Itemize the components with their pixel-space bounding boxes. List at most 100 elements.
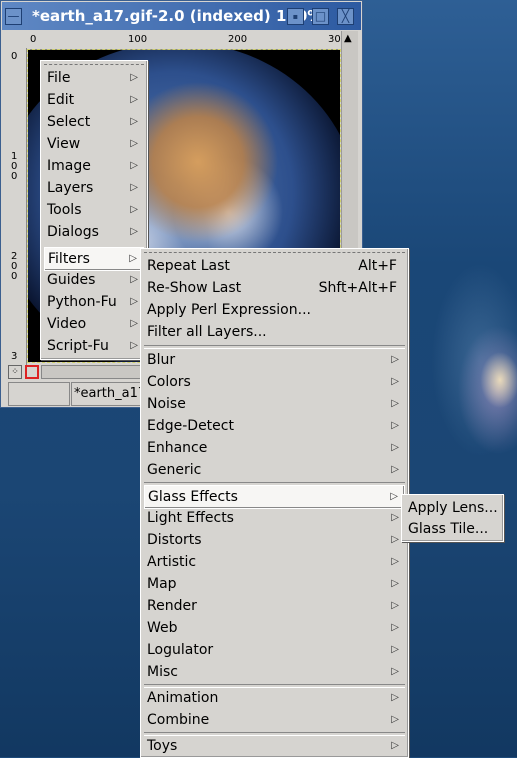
menu-item-logulator[interactable]: Logulator ▷	[144, 639, 405, 661]
menu-item-label: Filter all Layers...	[147, 324, 267, 340]
status-area	[8, 382, 70, 406]
menu-item-script-fu[interactable]: Script-Fu ▷	[44, 335, 144, 357]
menu-item-label: Edit	[47, 92, 75, 108]
menu-item-label: Glass Effects	[148, 489, 238, 505]
submenu-arrow-icon: ▷	[130, 160, 138, 171]
submenu-arrow-icon: ▷	[391, 376, 399, 387]
quickmask-icon[interactable]	[25, 365, 39, 379]
menu-item-edge-detect[interactable]: Edge-Detect ▷	[144, 415, 405, 437]
menu-item-filters[interactable]: Filters ▷	[44, 247, 144, 271]
menu-item-dialogs[interactable]: Dialogs ▷	[44, 221, 144, 243]
filters-menu: Repeat Last Alt+F Re-Show Last Shft+Alt+F Ap…	[140, 248, 409, 758]
menu-item-edit[interactable]: Edit ▷	[44, 89, 144, 111]
submenu-arrow-icon: ▷	[391, 666, 399, 677]
menu-item-colors[interactable]: Colors ▷	[144, 371, 405, 393]
submenu-arrow-icon: ▷	[129, 253, 137, 264]
menu-item-label: Misc	[147, 664, 178, 680]
status-filename: *earth_a17	[71, 382, 149, 406]
menu-item-image[interactable]: Image ▷	[44, 155, 144, 177]
menu-item-render[interactable]: Render ▷	[144, 595, 405, 617]
menu-item-label: Web	[147, 620, 178, 636]
menu-item-label: View	[47, 136, 81, 152]
menu-item-apply-lens[interactable]: Apply Lens...	[405, 497, 500, 519]
submenu-arrow-icon: ▷	[130, 204, 138, 215]
menu-item-label: Colors	[147, 374, 191, 390]
menu-item-label: Toys	[147, 738, 178, 754]
horizontal-ruler: 0 100 200 300	[26, 31, 347, 50]
submenu-arrow-icon: ▷	[391, 556, 399, 567]
menu-item-select[interactable]: Select ▷	[44, 111, 144, 133]
menu-item-file[interactable]: File ▷	[44, 67, 144, 89]
menu-item-toys[interactable]: Toys ▷	[144, 735, 405, 757]
menu-item-light-effects[interactable]: Light Effects ▷	[144, 507, 405, 529]
navigate-icon[interactable]: ⁘	[8, 365, 22, 379]
submenu-arrow-icon: ▷	[130, 138, 138, 149]
menu-item-glass-effects[interactable]: Glass Effects ▷	[144, 485, 405, 509]
menu-item-label: Logulator	[147, 642, 214, 658]
submenu-arrow-icon: ▷	[391, 534, 399, 545]
submenu-arrow-icon: ▷	[391, 740, 399, 751]
close-icon[interactable]: ╳	[337, 8, 354, 25]
ruler-tick-label: 1 0 0	[11, 151, 18, 182]
submenu-arrow-icon: ▷	[130, 340, 138, 351]
menu-item-apply-perl-expression[interactable]: Apply Perl Expression...	[144, 299, 405, 321]
menu-item-noise[interactable]: Noise ▷	[144, 393, 405, 415]
menu-item-blur[interactable]: Blur ▷	[144, 349, 405, 371]
ruler-tick-label: 2 0 0	[11, 251, 18, 282]
menu-item-re-show-last[interactable]: Re-Show Last Shft+Alt+F	[144, 277, 405, 299]
shade-icon[interactable]: ▪	[287, 8, 304, 25]
scroll-up-icon[interactable]: ▲	[344, 33, 352, 44]
submenu-arrow-icon: ▷	[130, 226, 138, 237]
menu-item-label: Image	[47, 158, 91, 174]
menu-item-artistic[interactable]: Artistic ▷	[144, 551, 405, 573]
submenu-arrow-icon: ▷	[390, 491, 398, 502]
menu-item-label: Script-Fu	[47, 338, 109, 354]
menu-item-label: Generic	[147, 462, 202, 478]
menu-item-label: File	[47, 70, 71, 86]
menu-tearoff[interactable]	[144, 252, 405, 253]
submenu-arrow-icon: ▷	[391, 622, 399, 633]
window-title: *earth_a17.gif-2.0 (indexed) 100%	[32, 7, 323, 25]
menu-item-label: Apply Perl Expression...	[147, 302, 311, 318]
submenu-arrow-icon: ▷	[391, 644, 399, 655]
maximize-icon[interactable]: □	[312, 8, 329, 25]
horizontal-scrollbar[interactable]	[41, 365, 153, 379]
menu-item-label: Enhance	[147, 440, 208, 456]
submenu-arrow-icon: ▷	[391, 464, 399, 475]
menu-item-view[interactable]: View ▷	[44, 133, 144, 155]
menu-item-distorts[interactable]: Distorts ▷	[144, 529, 405, 551]
menu-item-label: Layers	[47, 180, 94, 196]
menu-item-label: Render	[147, 598, 197, 614]
menu-item-label: Map	[147, 576, 177, 592]
title-bar[interactable]: — *earth_a17.gif-2.0 (indexed) 100% ▪ □ …	[2, 2, 361, 30]
submenu-arrow-icon: ▷	[130, 72, 138, 83]
menu-item-combine[interactable]: Combine ▷	[144, 709, 405, 731]
vertical-ruler: 0 1 0 0 2 0 0 3	[8, 48, 27, 366]
menu-item-python-fu[interactable]: Python-Fu ▷	[44, 291, 144, 313]
menu-item-repeat-last[interactable]: Repeat Last Alt+F	[144, 255, 405, 277]
menu-item-label: Apply Lens...	[408, 500, 498, 516]
menu-item-video[interactable]: Video ▷	[44, 313, 144, 335]
menu-item-animation[interactable]: Animation ▷	[144, 687, 405, 709]
menu-tearoff[interactable]	[44, 64, 144, 65]
menu-item-generic[interactable]: Generic ▷	[144, 459, 405, 481]
submenu-arrow-icon: ▷	[391, 600, 399, 611]
menu-item-tools[interactable]: Tools ▷	[44, 199, 144, 221]
window-menu-icon[interactable]: —	[5, 8, 22, 25]
menu-item-guides[interactable]: Guides ▷	[44, 269, 144, 291]
menu-item-layers[interactable]: Layers ▷	[44, 177, 144, 199]
menu-item-glass-tile[interactable]: Glass Tile...	[405, 518, 500, 540]
submenu-arrow-icon: ▷	[130, 116, 138, 127]
menu-item-misc[interactable]: Misc ▷	[144, 661, 405, 683]
menu-item-filter-all-layers[interactable]: Filter all Layers...	[144, 321, 405, 343]
menu-item-web[interactable]: Web ▷	[144, 617, 405, 639]
submenu-arrow-icon: ▷	[391, 442, 399, 453]
menu-item-label: Blur	[147, 352, 176, 368]
menu-item-enhance[interactable]: Enhance ▷	[144, 437, 405, 459]
submenu-arrow-icon: ▷	[391, 692, 399, 703]
menu-item-map[interactable]: Map ▷	[144, 573, 405, 595]
menu-item-label: Combine	[147, 712, 210, 728]
submenu-arrow-icon: ▷	[130, 94, 138, 105]
menu-item-label: Dialogs	[47, 224, 99, 240]
menu-item-label: Repeat Last	[147, 258, 230, 274]
